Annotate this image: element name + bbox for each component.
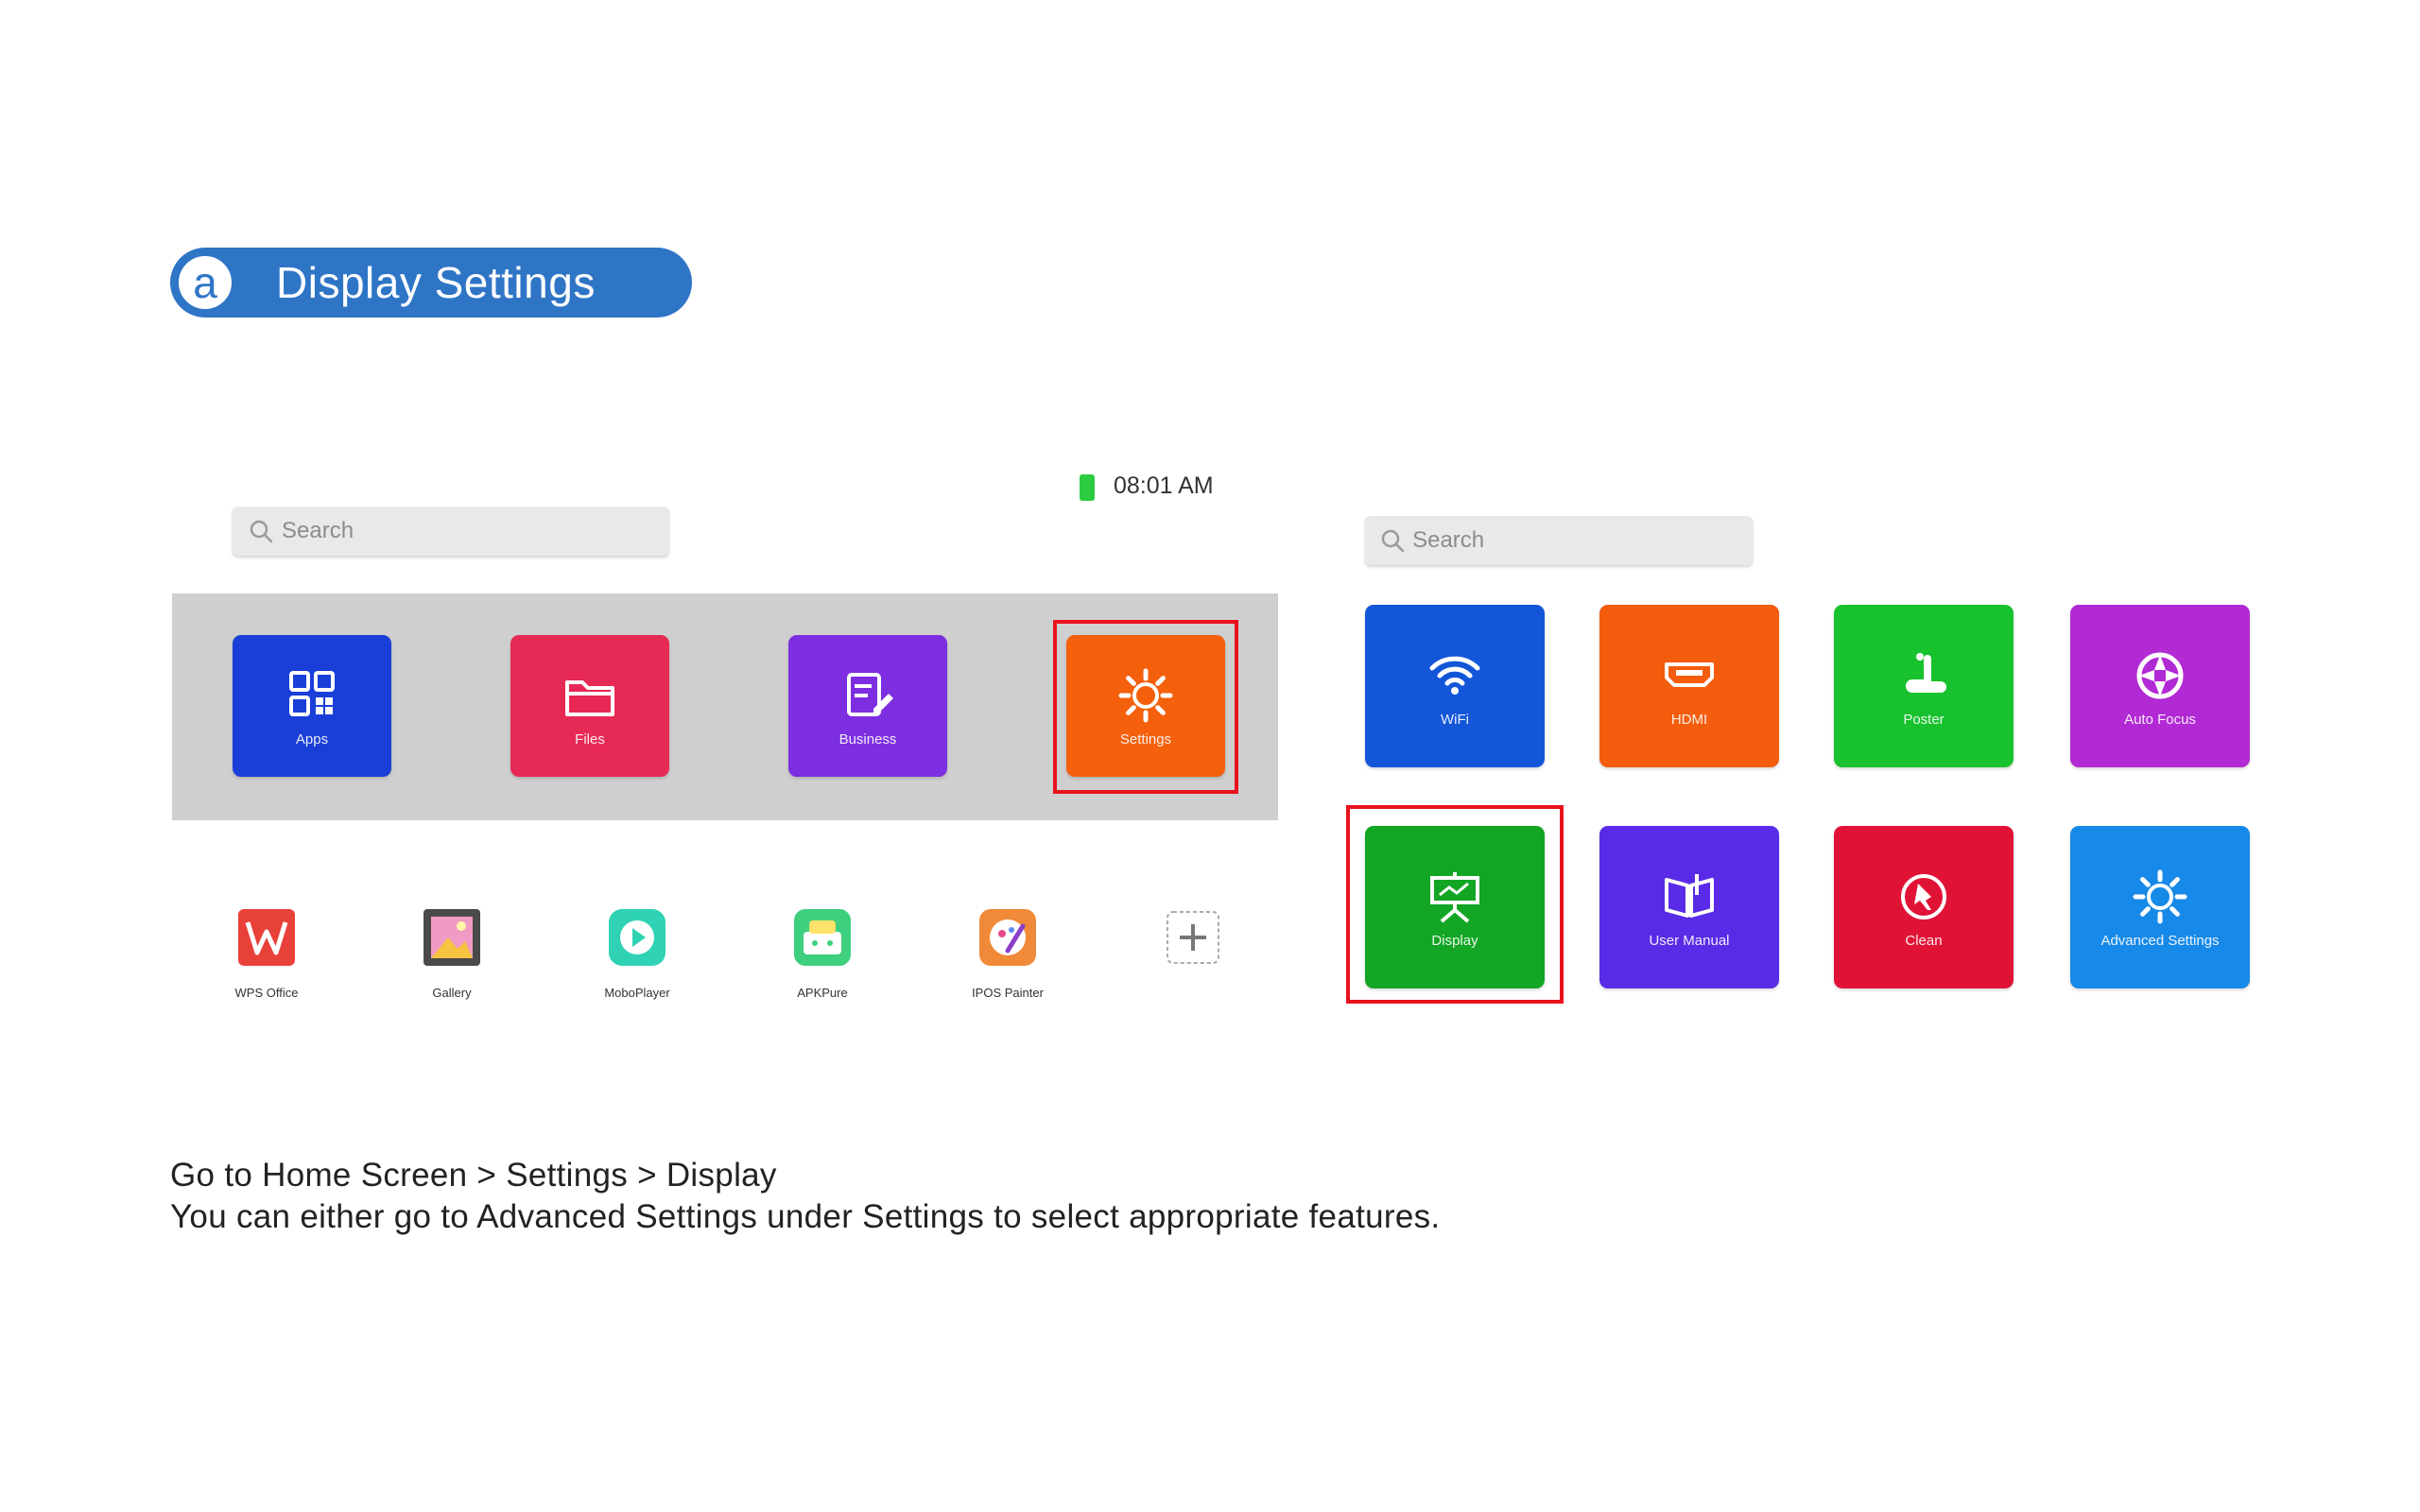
app-ipos-painter[interactable]: IPOS Painter [942,909,1074,1000]
clock: 08:01 AM [1114,472,1214,499]
apkpure-icon [794,909,851,966]
app-moboplayer[interactable]: MoboPlayer [571,909,703,1000]
user-manual-label: User Manual [1649,932,1730,949]
add-app-button[interactable] [1127,909,1259,986]
advanced-settings-label: Advanced Settings [2100,932,2220,949]
search-icon [244,514,278,548]
business-label: Business [838,730,897,747]
play-icon [609,909,666,966]
wifi-tile[interactable]: WiFi [1365,605,1545,767]
hdmi-label: HDMI [1670,711,1708,728]
instruction-line-2: You can either go to Advanced Settings u… [170,1198,1441,1235]
app-label: Gallery [432,986,472,1000]
app-label: IPOS Painter [972,986,1044,1000]
instructions: Go to Home Screen > Settings > Display Y… [170,1155,1440,1238]
app-apkpure[interactable]: APKPure [756,909,889,1000]
auto-focus-label: Auto Focus [2124,711,2196,728]
home-search-input[interactable] [278,518,641,544]
auto-focus-tile[interactable]: Auto Focus [2070,605,2250,767]
wps-office-icon [238,909,295,966]
section-title: Display Settings [276,258,596,307]
document-edit-icon [847,672,893,716]
user-manual-tile[interactable]: User Manual [1599,826,1779,988]
gear-icon [2133,869,2187,923]
apps-grid-icon [289,670,335,716]
settings-search-input[interactable] [1409,527,1753,554]
book-icon [1665,873,1714,918]
poster-icon [1906,652,1946,693]
app-gallery[interactable]: Gallery [386,909,518,1000]
folder-icon [565,679,614,716]
apps-tile[interactable]: Apps [233,635,391,777]
settings-search-bar[interactable] [1365,516,1753,565]
wifi-icon [1429,656,1480,695]
settings-highlight-box [1053,620,1238,794]
wifi-label: WiFi [1441,711,1469,728]
clean-icon [1901,873,1946,919]
hdmi-icon [1665,662,1714,687]
clean-tile[interactable]: Clean [1834,826,2014,988]
section-header: a Display Settings [170,248,692,318]
app-label: WPS Office [234,986,299,1000]
apps-label: Apps [295,730,329,747]
files-label: Files [575,730,605,747]
battery-icon [1080,474,1095,501]
poster-label: Poster [1903,711,1945,728]
search-icon [1376,524,1409,558]
display-highlight-box [1346,805,1564,1004]
business-tile[interactable]: Business [788,635,947,777]
app-wps-office[interactable]: WPS Office [200,909,333,1000]
home-search-bar[interactable] [233,507,669,556]
gallery-icon [424,909,480,966]
painter-icon [979,909,1036,966]
app-label: MoboPlayer [604,986,670,1000]
hdmi-tile[interactable]: HDMI [1599,605,1779,767]
advanced-settings-tile[interactable]: Advanced Settings [2070,826,2250,988]
poster-tile[interactable]: Poster [1834,605,2014,767]
clean-label: Clean [1905,932,1943,949]
app-label: APKPure [797,986,848,1000]
instruction-line-1: Go to Home Screen > Settings > Display [170,1157,777,1194]
section-badge: a [176,253,234,312]
add-icon [1167,911,1219,964]
aperture-icon [2136,652,2184,698]
files-tile[interactable]: Files [510,635,669,777]
